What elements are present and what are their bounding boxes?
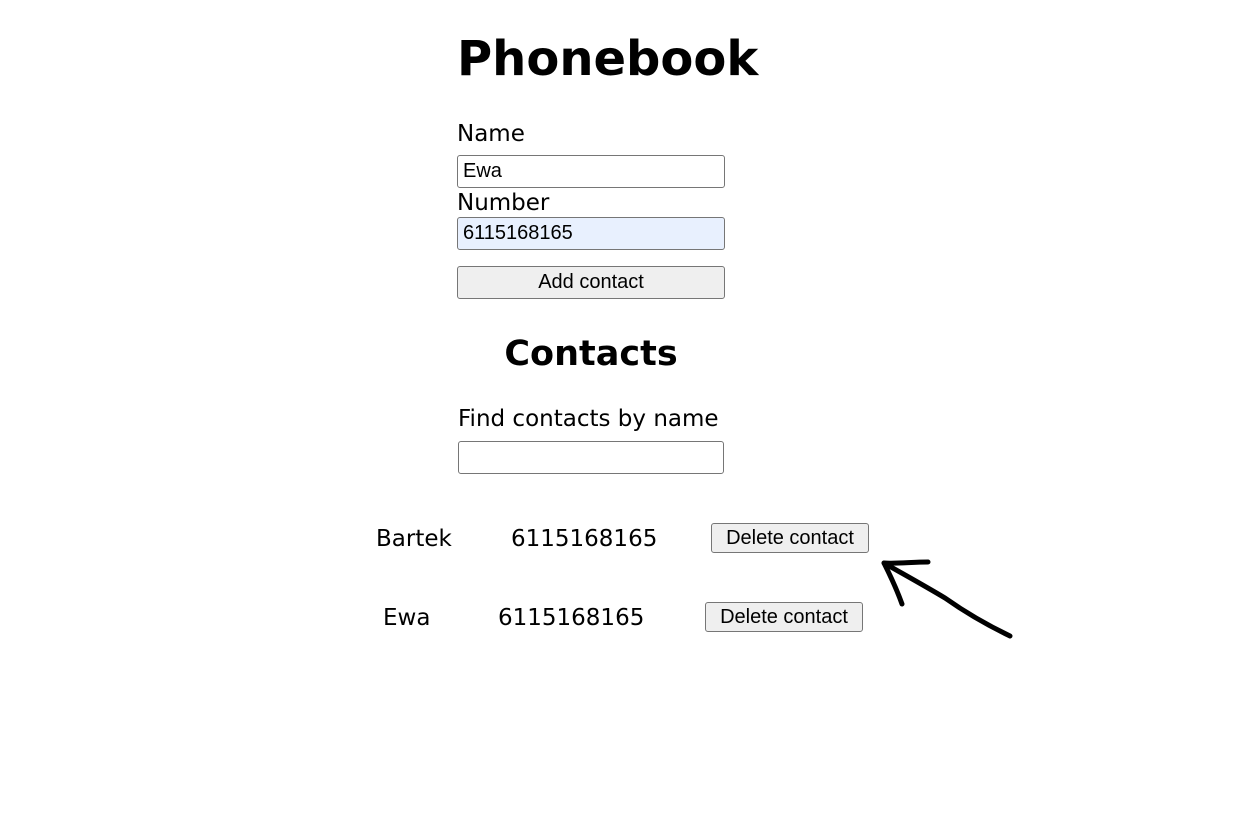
- contact-number: 6115168165: [511, 526, 658, 552]
- number-input[interactable]: [457, 217, 725, 250]
- delete-contact-button[interactable]: Delete contact: [705, 602, 863, 632]
- add-contact-button[interactable]: Add contact: [457, 266, 725, 299]
- phonebook-page: Phonebook Name Number Add contact Contac…: [0, 0, 1244, 818]
- contacts-heading: Contacts: [504, 334, 678, 374]
- name-input[interactable]: [457, 155, 725, 188]
- delete-contact-button[interactable]: Delete contact: [711, 523, 869, 553]
- filter-label: Find contacts by name: [458, 406, 719, 432]
- contact-name: Ewa: [383, 605, 431, 631]
- contact-number: 6115168165: [498, 605, 645, 631]
- page-title: Phonebook: [457, 31, 759, 87]
- name-label: Name: [457, 121, 525, 147]
- number-label: Number: [457, 190, 550, 216]
- filter-input[interactable]: [458, 441, 724, 474]
- contact-name: Bartek: [376, 526, 452, 552]
